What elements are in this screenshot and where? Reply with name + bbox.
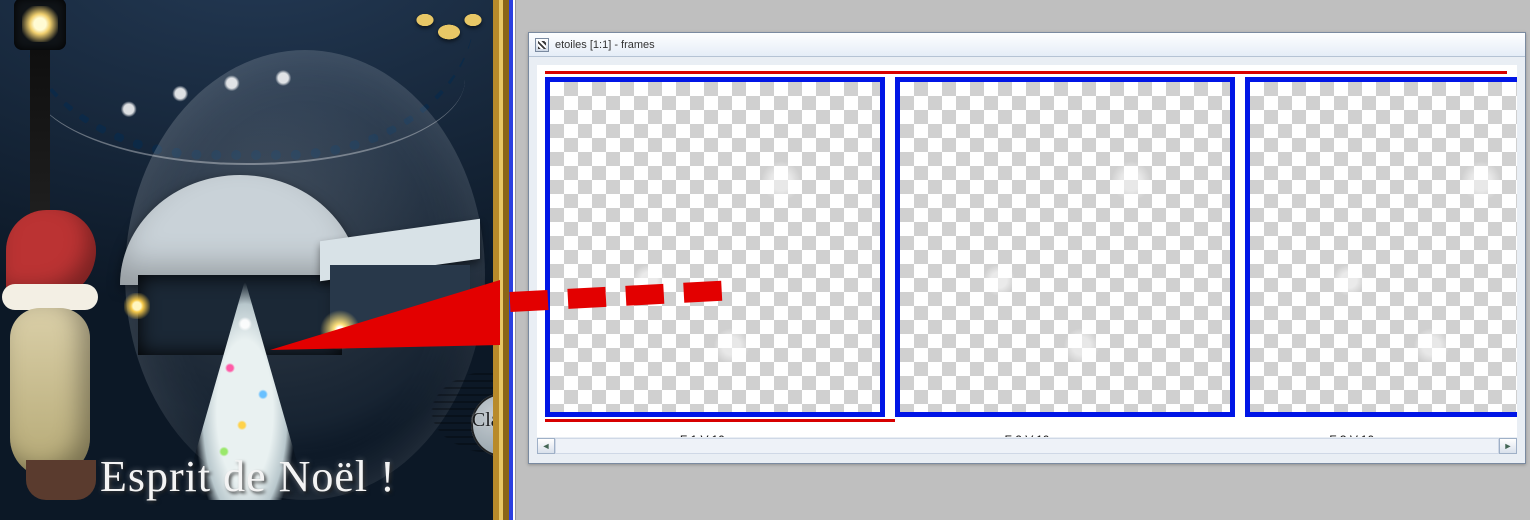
- watermark-name: Claudia: [472, 409, 515, 432]
- chevron-right-icon: ►: [1504, 441, 1513, 451]
- frames-viewport[interactable]: F:1 V:10 F:2 V:10 F:3 V:10: [537, 65, 1517, 437]
- gold-ornament-icon: [389, 0, 509, 56]
- frames-row: [545, 77, 1517, 417]
- animation-frame-2[interactable]: [895, 77, 1235, 417]
- scroll-left-button[interactable]: ◄: [537, 438, 555, 454]
- document-titlebar[interactable]: etoiles [1:1] - frames: [529, 33, 1525, 57]
- barn-lamp: [124, 293, 150, 319]
- animation-frame-1[interactable]: [545, 77, 885, 417]
- lamp-glow: [22, 6, 58, 42]
- frame-captions: F:1 V:10 F:2 V:10 F:3 V:10: [545, 427, 1509, 437]
- selection-rule-bottom: [545, 419, 895, 422]
- document-title: etoiles [1:1] - frames: [555, 39, 655, 51]
- elf-basket: [26, 460, 96, 500]
- frame-caption-1: F:1 V:10: [545, 427, 860, 437]
- document-window[interactable]: etoiles [1:1] - frames F:1 V:10 F:2 V:10…: [528, 32, 1526, 464]
- scrollbar-track[interactable]: [555, 438, 1499, 454]
- elf-figure: [0, 210, 116, 510]
- watermark-stripes: [403, 352, 515, 472]
- chevron-left-icon: ◄: [542, 441, 551, 451]
- watermark: Claudia: [403, 352, 515, 472]
- frame-caption-3: F:3 V:10: [1194, 427, 1509, 437]
- app-workspace: etoiles [1:1] - frames F:1 V:10 F:2 V:10…: [515, 0, 1530, 520]
- scroll-right-button[interactable]: ►: [1499, 438, 1517, 454]
- elf-hat-fur: [2, 284, 98, 310]
- frame-caption-2: F:2 V:10: [870, 427, 1185, 437]
- preview-pane: Claudia Esprit de Noël !: [0, 0, 515, 520]
- light-star: [310, 300, 370, 360]
- elf-body: [10, 308, 90, 478]
- canvas-area[interactable]: F:1 V:10 F:2 V:10 F:3 V:10: [537, 65, 1517, 437]
- animation-frame-3[interactable]: [1245, 77, 1517, 417]
- window-icon: [535, 38, 549, 52]
- artwork-title: Esprit de Noël !: [100, 451, 396, 502]
- selection-rule-top: [545, 71, 1507, 74]
- horizontal-scrollbar[interactable]: ◄ ►: [537, 437, 1517, 455]
